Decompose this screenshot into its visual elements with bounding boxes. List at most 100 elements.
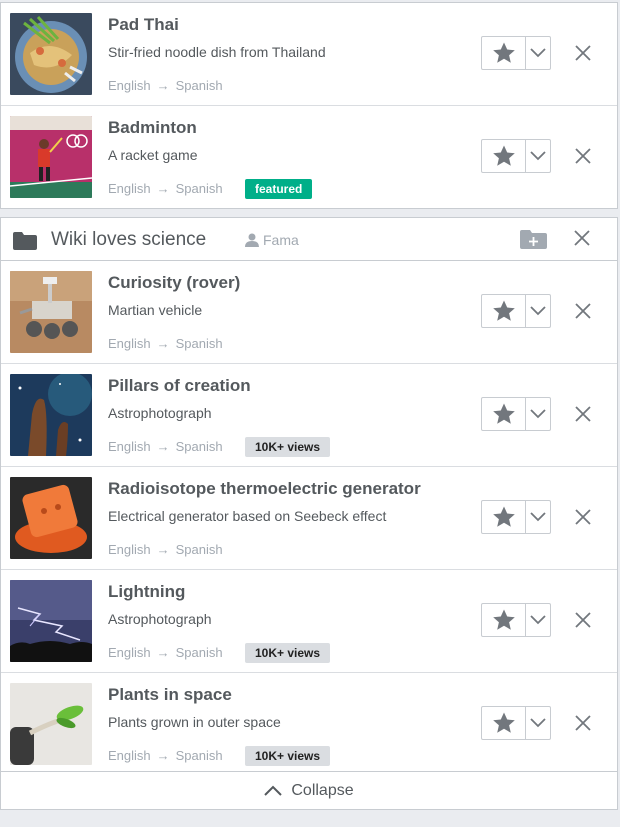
item-title[interactable]: Radioisotope thermoelectric generator — [108, 479, 421, 499]
item-description: Stir-fried noodle dish from Thailand — [108, 44, 326, 60]
favorite-button-group — [481, 706, 551, 740]
target-language: Spanish — [175, 748, 223, 763]
item-description: Plants grown in outer space — [108, 714, 281, 730]
arrow-icon: → — [156, 78, 170, 93]
language-pair: English → Spanish — [108, 542, 223, 557]
arrow-icon: → — [156, 439, 170, 454]
views-badge: 10K+ views — [245, 437, 331, 457]
thumbnail-pillars-of-creation — [10, 374, 92, 456]
language-pair: English → Spanish — [108, 748, 223, 763]
close-icon[interactable] — [571, 41, 595, 65]
group-list: Curiosity (rover) Martian vehicle Englis… — [0, 260, 618, 776]
language-pair: English → Spanish — [108, 78, 223, 93]
star-icon[interactable] — [482, 140, 526, 172]
close-icon[interactable] — [571, 711, 595, 735]
group-name[interactable]: Wiki loves science — [51, 229, 206, 251]
star-icon[interactable] — [482, 398, 526, 430]
item-title[interactable]: Plants in space — [108, 685, 232, 705]
target-language: Spanish — [175, 645, 223, 660]
item-title[interactable]: Pillars of creation — [108, 376, 251, 396]
item-title[interactable]: Pad Thai — [108, 15, 179, 35]
target-language: Spanish — [175, 542, 223, 557]
chevron-down-icon[interactable] — [526, 707, 550, 739]
source-language: English — [108, 748, 151, 763]
item-description: A racket game — [108, 147, 198, 163]
favorite-button-group — [481, 294, 551, 328]
chevron-down-icon[interactable] — [526, 604, 550, 636]
user-icon — [245, 233, 259, 247]
featured-badge: featured — [245, 179, 313, 199]
thumbnail-lightning — [10, 580, 92, 662]
arrow-icon: → — [156, 542, 170, 557]
close-icon[interactable] — [570, 226, 594, 250]
list-item[interactable]: Pillars of creation Astrophotograph Engl… — [1, 364, 617, 467]
chevron-down-icon[interactable] — [526, 140, 550, 172]
arrow-icon: → — [156, 748, 170, 763]
source-language: English — [108, 336, 151, 351]
star-icon[interactable] — [482, 501, 526, 533]
target-language: Spanish — [175, 78, 223, 93]
item-description: Electrical generator based on Seebeck ef… — [108, 508, 387, 524]
star-icon[interactable] — [482, 37, 526, 69]
item-title[interactable]: Lightning — [108, 582, 185, 602]
favorite-button-group — [481, 500, 551, 534]
item-description: Martian vehicle — [108, 302, 203, 318]
thumbnail-radioisotope-generator — [10, 477, 92, 559]
chevron-down-icon[interactable] — [526, 37, 550, 69]
favorite-button-group — [481, 36, 551, 70]
source-language: English — [108, 645, 151, 660]
item-title[interactable]: Curiosity (rover) — [108, 273, 240, 293]
list-item[interactable]: Plants in space Plants grown in outer sp… — [1, 673, 617, 775]
top-list: Pad Thai Stir-fried noodle dish from Tha… — [0, 2, 618, 209]
language-pair: English → Spanish — [108, 181, 223, 196]
target-language: Spanish — [175, 439, 223, 454]
target-language: Spanish — [175, 181, 223, 196]
star-icon[interactable] — [482, 604, 526, 636]
views-badge: 10K+ views — [245, 643, 331, 663]
thumbnail-plants-in-space — [10, 683, 92, 765]
source-language: English — [108, 542, 151, 557]
close-icon[interactable] — [571, 505, 595, 529]
arrow-icon: → — [156, 336, 170, 351]
star-icon[interactable] — [482, 707, 526, 739]
list-item[interactable]: Lightning Astrophotograph English → Spanis… — [1, 570, 617, 673]
thumbnail-badminton — [10, 116, 92, 198]
list-item[interactable]: Pad Thai Stir-fried noodle dish from Tha… — [1, 3, 617, 106]
close-icon[interactable] — [571, 608, 595, 632]
source-language: English — [108, 439, 151, 454]
favorite-button-group — [481, 397, 551, 431]
thumbnail-curiosity-rover — [10, 271, 92, 353]
owner-name: Fama — [263, 232, 299, 248]
close-icon[interactable] — [571, 299, 595, 323]
folder-add-icon[interactable] — [520, 230, 547, 254]
chevron-down-icon[interactable] — [526, 398, 550, 430]
language-pair: English → Spanish — [108, 439, 223, 454]
folder-icon — [13, 232, 37, 255]
close-icon[interactable] — [571, 144, 595, 168]
source-language: English — [108, 181, 151, 196]
favorite-button-group — [481, 139, 551, 173]
item-description: Astrophotograph — [108, 611, 212, 627]
target-language: Spanish — [175, 336, 223, 351]
collapse-button[interactable]: Collapse — [0, 771, 618, 810]
arrow-icon: → — [156, 181, 170, 196]
collapse-label: Collapse — [291, 781, 354, 799]
list-item[interactable]: Curiosity (rover) Martian vehicle Englis… — [1, 261, 617, 364]
chevron-down-icon[interactable] — [526, 501, 550, 533]
source-language: English — [108, 78, 151, 93]
list-item[interactable]: Badminton A racket game English → Spanish … — [1, 106, 617, 208]
item-description: Astrophotograph — [108, 405, 212, 421]
list-item[interactable]: Radioisotope thermoelectric generator El… — [1, 467, 617, 570]
chevron-up-icon — [264, 785, 283, 796]
close-icon[interactable] — [571, 402, 595, 426]
favorite-button-group — [481, 603, 551, 637]
language-pair: English → Spanish — [108, 645, 223, 660]
chevron-down-icon[interactable] — [526, 295, 550, 327]
arrow-icon: → — [156, 645, 170, 660]
language-pair: English → Spanish — [108, 336, 223, 351]
star-icon[interactable] — [482, 295, 526, 327]
views-badge: 10K+ views — [245, 746, 331, 766]
list-group-header: Wiki loves science Fama — [0, 217, 618, 260]
thumbnail-pad-thai — [10, 13, 92, 95]
item-title[interactable]: Badminton — [108, 118, 197, 138]
